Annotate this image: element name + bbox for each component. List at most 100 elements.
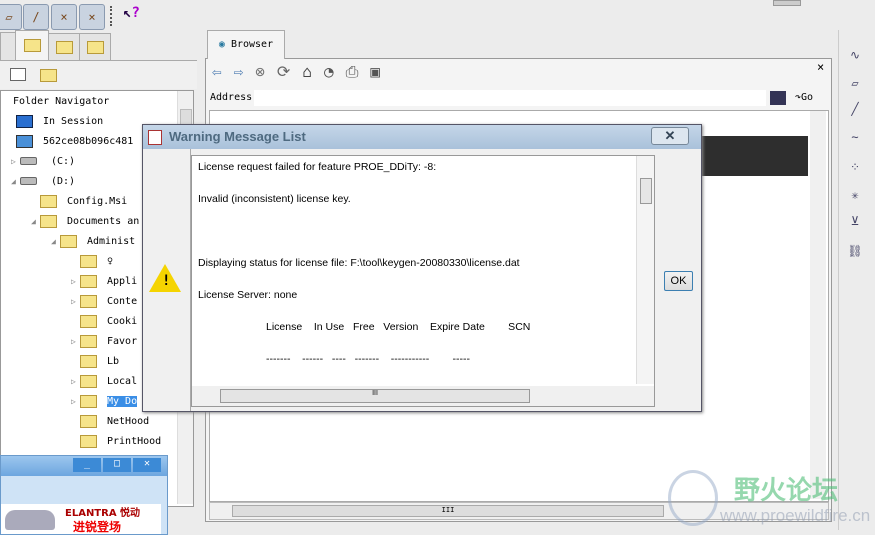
tree-item[interactable]: Lb (71, 354, 119, 370)
folder-icon (80, 414, 97, 428)
tree-item-label: ♀ (107, 256, 114, 267)
close-button[interactable]: ✕ (133, 458, 161, 472)
drive-icon (20, 157, 37, 165)
folder-icon (40, 214, 57, 228)
tree-item[interactable]: ▷ Appli (71, 274, 137, 290)
dialog-close-button[interactable]: ✕ (651, 127, 689, 145)
tab-folder-browser[interactable] (15, 30, 49, 61)
address-input[interactable] (254, 90, 766, 106)
tree-item-label: In Session (43, 116, 104, 127)
tree-item-label: Favor (107, 336, 138, 347)
folder-icon (80, 434, 97, 448)
csys-eye-icon[interactable]: ⨯ (79, 4, 105, 30)
expand-icon[interactable]: ▷ (71, 274, 80, 290)
tree-item[interactable]: ◢ (D:) (11, 174, 75, 190)
csys-icon[interactable]: ✳ (845, 188, 865, 206)
tab-favorites[interactable] (48, 33, 80, 61)
folder-icon (80, 394, 97, 408)
tree-item[interactable]: ▷ (C:) (11, 154, 75, 170)
tree-item[interactable]: 562ce08b096c481 (7, 134, 133, 150)
browser-vscroll[interactable] (810, 111, 826, 499)
expand-icon[interactable]: ▷ (71, 374, 80, 390)
forward-icon[interactable]: ⇨ (234, 62, 256, 81)
tree-item[interactable]: Cooki (71, 314, 137, 330)
expand-icon[interactable]: ◢ (31, 214, 40, 230)
plane-eye-icon[interactable]: ▱ (0, 4, 22, 30)
ok-button[interactable]: OK (664, 271, 693, 291)
tree-item[interactable]: PrintHood (71, 434, 161, 450)
tree-item[interactable]: ◢ Documents an (31, 214, 139, 230)
tree-item[interactable]: ▷ Conte (71, 294, 137, 310)
tree-item-label: Documents an (67, 216, 140, 227)
print-icon[interactable]: ⎙ (346, 62, 371, 81)
new-folder-window-icon[interactable] (10, 68, 26, 81)
datum-point-icon[interactable]: ⁘ (845, 160, 865, 178)
expand-icon[interactable]: ◢ (51, 234, 60, 250)
point-eye-icon[interactable]: × (51, 4, 77, 30)
folder-icon (80, 274, 97, 288)
home-icon[interactable]: ⌂ (302, 62, 324, 81)
history-icon[interactable]: ◔ (324, 62, 346, 81)
hscroll-thumb[interactable]: III (232, 505, 664, 517)
folder-icon (40, 194, 57, 208)
tree-item-label: Cooki (107, 316, 138, 327)
back-icon[interactable]: ⇦ (212, 62, 234, 81)
car-image (5, 510, 55, 530)
tree-item[interactable]: ▷ My Do (71, 394, 138, 410)
mini-window: _ □ ✕ ELANTRA 悦动 进锐登场 (0, 455, 168, 535)
context-help-icon[interactable]: ↖? (123, 5, 140, 21)
ad-text: ELANTRA 悦动 (65, 508, 141, 519)
datum-plane-icon[interactable]: ▱ (845, 76, 865, 94)
axis-eye-icon[interactable]: / (23, 4, 49, 30)
message-hscroll[interactable]: III (192, 386, 654, 406)
datum-curve-icon[interactable]: ∼ (845, 130, 865, 148)
expand-icon[interactable]: ▷ (71, 334, 80, 350)
tab-label: Browser (230, 39, 274, 50)
tree-item[interactable]: ◢ Administ (51, 234, 135, 250)
ad-text: 进锐登场 (73, 520, 122, 534)
tree-item[interactable]: ▷ Favor (71, 334, 137, 350)
sketch-spline-icon[interactable]: ∿ (845, 48, 865, 66)
tree-item-label: 562ce08b096c481 (43, 136, 134, 147)
tree-item[interactable]: ▷ Local (71, 374, 137, 390)
minimize-button[interactable]: _ (73, 458, 101, 472)
tree-header: Folder Navigator (13, 96, 110, 107)
stop-icon[interactable]: ⊗ (255, 62, 277, 81)
expand-icon[interactable]: ▷ (11, 154, 20, 170)
message-line: License Server: none (198, 289, 298, 301)
warning-dialog: Warning Message List ✕ ! License request… (142, 124, 702, 412)
message-vscroll[interactable] (636, 156, 654, 384)
new-folder-icon[interactable] (40, 69, 57, 82)
hscroll-thumb[interactable]: III (220, 389, 530, 403)
address-bookmark-icon[interactable] (770, 91, 786, 105)
tab-model-tree[interactable] (0, 32, 16, 60)
folder-icon (80, 374, 97, 388)
save-icon[interactable]: ▣ (370, 62, 392, 81)
computer-icon (16, 134, 33, 148)
message-line: License In Use Free Version Expire Date … (266, 321, 531, 333)
folder-icon (80, 314, 97, 328)
refresh-icon[interactable]: ⟳ (277, 62, 302, 81)
datum-axis-icon[interactable]: ╱ (845, 102, 865, 120)
tree-item[interactable]: In Session (7, 114, 103, 130)
tab-connections[interactable] (79, 33, 111, 61)
tab-browser[interactable]: ◉ Browser (207, 30, 285, 59)
top-toolbar: ▱ / × ⨯ ↖? (0, 0, 875, 30)
vscroll-thumb[interactable] (640, 178, 652, 204)
dialog-title: Warning Message List (169, 129, 306, 144)
go-button[interactable]: ↷Go (795, 92, 813, 103)
close-icon[interactable]: × (817, 60, 824, 74)
tree-item[interactable]: NetHood (71, 414, 149, 430)
window-button[interactable] (773, 0, 801, 6)
tree-item[interactable]: Config.Msi (31, 194, 127, 210)
chain-icon[interactable]: ⛓ (845, 244, 865, 262)
expand-icon[interactable]: ▷ (71, 394, 80, 410)
ad-banner[interactable]: ELANTRA 悦动 进锐登场 (1, 504, 161, 534)
expand-icon[interactable]: ◢ (11, 174, 20, 190)
connections-icon (86, 41, 104, 54)
maximize-button[interactable]: □ (103, 458, 131, 472)
expand-icon[interactable]: ▷ (71, 294, 80, 310)
analysis-icon[interactable]: ⊻ (845, 214, 865, 232)
warning-exclamation: ! (162, 273, 171, 289)
tree-item[interactable]: ♀ (71, 254, 113, 270)
